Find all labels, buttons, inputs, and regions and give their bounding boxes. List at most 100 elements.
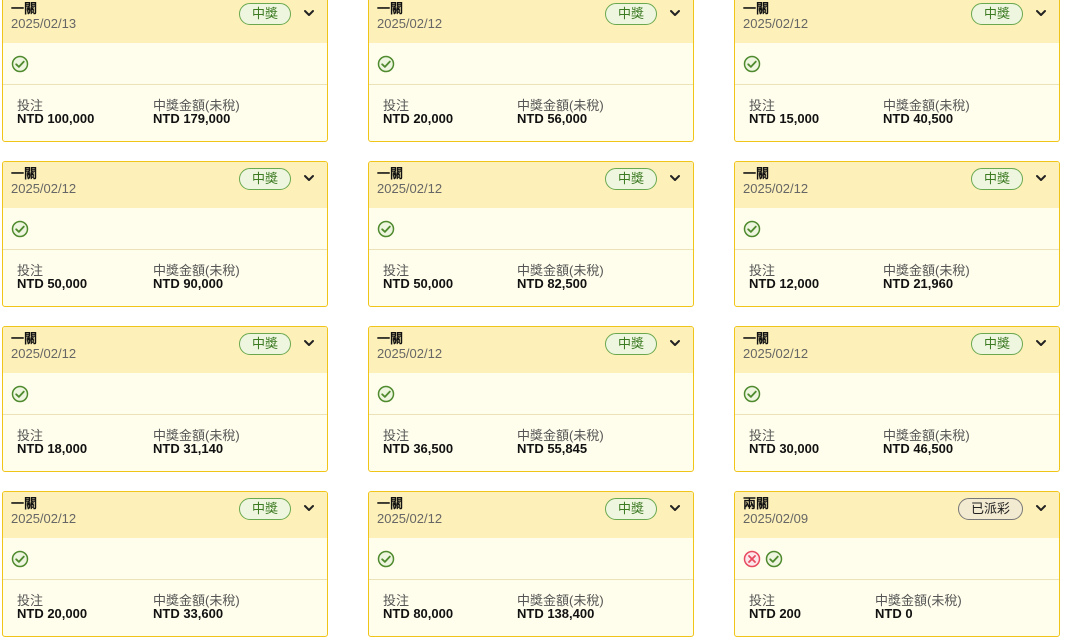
bet-card[interactable]: 一關 2025/02/12 中獎 投注 NTD 15,000 中獎金額(未稅) … — [734, 0, 1060, 142]
chevron-down-icon[interactable] — [303, 7, 315, 19]
stake-block: 投注 NTD 15,000 — [749, 99, 819, 126]
check-circle-icon — [743, 220, 761, 237]
bet-card[interactable]: 一關 2025/02/12 中獎 投注 NTD 20,000 中獎金額(未稅) … — [368, 0, 694, 142]
bet-card-header[interactable]: 一關 2025/02/13 中獎 — [3, 0, 327, 43]
payout-block: 中獎金額(未稅) NTD 90,000 — [153, 264, 240, 291]
bet-card-header[interactable]: 一關 2025/02/12 中獎 — [735, 327, 1059, 373]
stake-block: 投注 NTD 200 — [749, 594, 801, 621]
stake-value: NTD 80,000 — [383, 606, 454, 621]
bet-card-header[interactable]: 一關 2025/02/12 中獎 — [369, 492, 693, 538]
bet-card[interactable]: 兩關 2025/02/09 已派彩 投注 NTD 200 中獎金額(未稅) NT… — [734, 491, 1060, 637]
result-icons — [3, 538, 327, 580]
payout-value: NTD 46,500 — [883, 441, 954, 456]
chevron-down-icon[interactable] — [669, 337, 681, 349]
check-circle-icon — [377, 55, 395, 72]
status-badge: 中獎 — [604, 333, 657, 355]
chevron-down-icon[interactable] — [669, 502, 681, 514]
chevron-down-icon[interactable] — [303, 337, 315, 349]
stake-value: NTD 50,000 — [17, 276, 88, 291]
bet-card[interactable]: 一關 2025/02/12 中獎 投注 NTD 18,000 中獎金額(未稅) … — [2, 326, 328, 472]
payout-value: NTD 21,960 — [883, 276, 954, 291]
bet-card-header[interactable]: 一關 2025/02/12 中獎 — [735, 0, 1059, 43]
payout-value: NTD 31,140 — [153, 441, 224, 456]
amount-row: 投注 NTD 20,000 中獎金額(未稅) NTD 56,000 — [369, 85, 693, 137]
bet-card-header[interactable]: 一關 2025/02/12 中獎 — [369, 0, 693, 43]
bet-card[interactable]: 一關 2025/02/13 中獎 投注 NTD 100,000 中獎金額(未稅)… — [2, 0, 328, 142]
amount-row: 投注 NTD 80,000 中獎金額(未稅) NTD 138,400 — [369, 580, 693, 632]
stake-block: 投注 NTD 12,000 — [749, 264, 819, 291]
amount-row: 投注 NTD 36,500 中獎金額(未稅) NTD 55,845 — [369, 415, 693, 467]
result-icons — [369, 43, 693, 85]
payout-block: 中獎金額(未稅) NTD 82,500 — [517, 264, 604, 291]
bet-card[interactable]: 一關 2025/02/12 中獎 投注 NTD 12,000 中獎金額(未稅) … — [734, 161, 1060, 307]
bet-card-header[interactable]: 兩關 2025/02/09 已派彩 — [735, 492, 1059, 538]
chevron-down-icon[interactable] — [1035, 337, 1047, 349]
stake-block: 投注 NTD 30,000 — [749, 429, 819, 456]
status-badge: 中獎 — [238, 498, 291, 520]
stake-block: 投注 NTD 18,000 — [17, 429, 87, 456]
chevron-down-icon[interactable] — [1035, 7, 1047, 19]
status-badge: 中獎 — [238, 333, 291, 355]
stake-block: 投注 NTD 20,000 — [17, 594, 87, 621]
bet-card-header[interactable]: 一關 2025/02/12 中獎 — [3, 327, 327, 373]
result-icons — [369, 373, 693, 415]
status-badge: 中獎 — [604, 3, 657, 25]
bet-card[interactable]: 一關 2025/02/12 中獎 投注 NTD 80,000 中獎金額(未稅) … — [368, 491, 694, 637]
bet-card[interactable]: 一關 2025/02/12 中獎 投注 NTD 50,000 中獎金額(未稅) … — [2, 161, 328, 307]
payout-block: 中獎金額(未稅) NTD 138,400 — [517, 594, 604, 621]
bet-card[interactable]: 一關 2025/02/12 中獎 投注 NTD 20,000 中獎金額(未稅) … — [2, 491, 328, 637]
check-circle-icon — [377, 220, 395, 237]
chevron-down-icon[interactable] — [303, 172, 315, 184]
status-badge: 中獎 — [604, 498, 657, 520]
bet-card-header[interactable]: 一關 2025/02/12 中獎 — [369, 162, 693, 208]
payout-value: NTD 40,500 — [883, 111, 954, 126]
result-icons — [735, 43, 1059, 85]
result-icons — [3, 43, 327, 85]
bet-card-header[interactable]: 一關 2025/02/12 中獎 — [735, 162, 1059, 208]
stake-block: 投注 NTD 50,000 — [17, 264, 87, 291]
check-circle-icon — [765, 550, 783, 567]
result-icons — [3, 373, 327, 415]
check-circle-icon — [377, 385, 395, 402]
chevron-down-icon[interactable] — [1035, 172, 1047, 184]
stake-block: 投注 NTD 36,500 — [383, 429, 453, 456]
chevron-down-icon[interactable] — [669, 172, 681, 184]
status-badge: 中獎 — [970, 3, 1023, 25]
amount-row: 投注 NTD 15,000 中獎金額(未稅) NTD 40,500 — [735, 85, 1059, 137]
amount-row: 投注 NTD 12,000 中獎金額(未稅) NTD 21,960 — [735, 250, 1059, 302]
payout-value: NTD 138,400 — [517, 606, 595, 621]
check-circle-icon — [743, 385, 761, 402]
chevron-down-icon[interactable] — [303, 502, 315, 514]
payout-value: NTD 0 — [875, 606, 913, 621]
payout-block: 中獎金額(未稅) NTD 56,000 — [517, 99, 604, 126]
stake-value: NTD 100,000 — [17, 111, 95, 126]
payout-block: 中獎金額(未稅) NTD 0 — [875, 594, 962, 621]
chevron-down-icon[interactable] — [669, 7, 681, 19]
check-circle-icon — [377, 550, 395, 567]
stake-value: NTD 30,000 — [749, 441, 820, 456]
stake-value: NTD 200 — [749, 606, 802, 621]
stake-value: NTD 36,500 — [383, 441, 454, 456]
bet-card[interactable]: 一關 2025/02/12 中獎 投注 NTD 30,000 中獎金額(未稅) … — [734, 326, 1060, 472]
bet-card[interactable]: 一關 2025/02/12 中獎 投注 NTD 36,500 中獎金額(未稅) … — [368, 326, 694, 472]
amount-row: 投注 NTD 200 中獎金額(未稅) NTD 0 — [735, 580, 1059, 632]
check-circle-icon — [11, 550, 29, 567]
payout-block: 中獎金額(未稅) NTD 31,140 — [153, 429, 240, 456]
status-badge: 已派彩 — [957, 498, 1023, 520]
payout-block: 中獎金額(未稅) NTD 179,000 — [153, 99, 240, 126]
stake-block: 投注 NTD 100,000 — [17, 99, 94, 126]
payout-block: 中獎金額(未稅) NTD 55,845 — [517, 429, 604, 456]
stake-value: NTD 20,000 — [17, 606, 88, 621]
payout-block: 中獎金額(未稅) NTD 21,960 — [883, 264, 970, 291]
amount-row: 投注 NTD 20,000 中獎金額(未稅) NTD 33,600 — [3, 580, 327, 632]
bet-card-header[interactable]: 一關 2025/02/12 中獎 — [3, 162, 327, 208]
amount-row: 投注 NTD 100,000 中獎金額(未稅) NTD 179,000 — [3, 85, 327, 137]
amount-row: 投注 NTD 18,000 中獎金額(未稅) NTD 31,140 — [3, 415, 327, 467]
status-badge: 中獎 — [970, 333, 1023, 355]
bet-card-header[interactable]: 一關 2025/02/12 中獎 — [369, 327, 693, 373]
payout-block: 中獎金額(未稅) NTD 33,600 — [153, 594, 240, 621]
result-icons — [369, 538, 693, 580]
chevron-down-icon[interactable] — [1035, 502, 1047, 514]
bet-card[interactable]: 一關 2025/02/12 中獎 投注 NTD 50,000 中獎金額(未稅) … — [368, 161, 694, 307]
bet-card-header[interactable]: 一關 2025/02/12 中獎 — [3, 492, 327, 538]
